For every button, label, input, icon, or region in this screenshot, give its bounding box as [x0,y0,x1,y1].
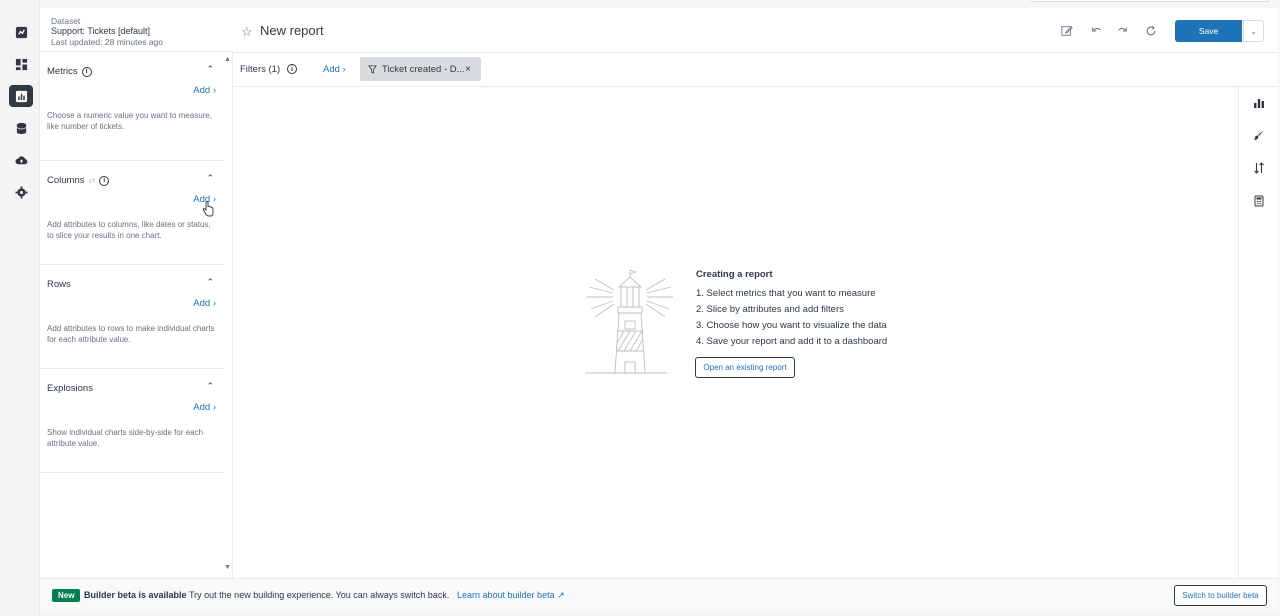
explosions-description: Show individual charts side-by-side for … [47,428,204,448]
metrics-collapse-chevron-up-icon[interactable]: ⌃ [206,64,214,75]
metrics-description: Choose a numeric value you want to measu… [47,111,212,131]
rail-dashboard-icon[interactable] [9,53,33,75]
dataset-label: Dataset [51,16,81,26]
rows-collapse-chevron-up-icon[interactable]: ⌃ [206,277,214,288]
report-canvas: Creating a report 1. Select metrics that… [233,87,1238,578]
builder-beta-banner: New Builder beta is available Try out th… [40,578,1278,612]
filter-funnel-icon [368,64,377,74]
filters-bar: Filters (1) i Add › Ticket created - D..… [233,53,1278,87]
metrics-title-text: Metrics [47,66,78,77]
swap-arrows-icon[interactable]: ⇄ [89,176,96,185]
columns-info-icon[interactable]: i [99,175,110,186]
dataset-updated: Last updated: 28 minutes ago [51,37,163,47]
new-badge: New [52,589,81,602]
open-existing-report-button[interactable]: Open an existing report [695,357,795,378]
scroll-down-arrow-icon[interactable]: ▼ [224,564,231,571]
metrics-add-button[interactable]: Add › [193,85,216,96]
lighthouse-illustration-icon [585,269,673,374]
columns-title: Columns ⇄ i [47,175,110,186]
undo-icon[interactable] [1089,23,1105,39]
save-button[interactable]: Save [1175,20,1242,42]
columns-title-text: Columns [47,175,85,186]
rail-cloud-icon[interactable] [9,149,33,171]
favorite-star-icon[interactable]: ☆ [241,24,253,40]
columns-description: Add attributes to columns, like dates or… [47,220,211,240]
calculator-icon[interactable] [1252,194,1266,208]
empty-state-instructions: Creating a report 1. Select metrics that… [696,269,887,350]
explosions-title: Explosions [47,383,93,394]
scroll-up-arrow-icon[interactable]: ▲ [224,56,231,63]
empty-state-step: 1. Select metrics that you want to measu… [696,288,876,299]
explosions-title-text: Explosions [47,383,93,394]
rows-add-button[interactable]: Add › [193,298,216,309]
rows-description: Add attributes to rows to make individua… [47,324,215,344]
switch-to-builder-beta-button[interactable]: Switch to builder beta [1174,585,1267,606]
explosions-collapse-chevron-up-icon[interactable]: ⌃ [206,381,214,392]
sort-arrows-icon[interactable] [1252,161,1266,175]
rail-reports-icon[interactable] [9,21,33,43]
banner-text: Try out the new building experience. You… [189,590,450,600]
learn-about-builder-beta-link[interactable]: Learn about builder beta ↗ [457,590,565,601]
filters-label: Filters (1) [240,64,281,75]
report-header: ☆ New report Save ⌄ [233,8,1278,53]
hand-cursor-icon [202,201,214,217]
report-title[interactable]: New report [260,23,324,38]
rows-title: Rows [47,279,71,290]
rows-title-text: Rows [47,279,71,290]
right-toolbar [1238,87,1278,578]
filter-chip-close-icon[interactable]: × [465,64,471,75]
nav-rail [0,0,40,616]
rows-section: Rows ⌃ Add › Add attributes to rows to m… [40,265,224,369]
config-panel: ▲ Metrics i ⌃ Add › Choose a numeric val… [40,52,233,578]
refresh-icon[interactable] [1143,23,1159,39]
filter-chip-ticket-created[interactable]: Ticket created - D... × [360,57,481,81]
chart-type-bar-icon[interactable] [1252,96,1266,110]
banner-link-text: Learn about builder beta [457,590,555,600]
external-link-icon: ↗ [557,590,565,600]
empty-state-step: 4. Save your report and add it to a dash… [696,336,888,347]
edit-pencil-icon[interactable] [1059,23,1075,39]
explosions-add-button[interactable]: Add › [193,402,216,413]
app-root: Dataset Support: Tickets [default] Last … [0,0,1280,616]
rail-builder-icon[interactable] [9,85,33,107]
top-search-remnant [1030,0,1270,2]
metrics-section: Metrics i ⌃ Add › Choose a numeric value… [40,52,224,161]
filters-info-icon[interactable]: i [287,64,297,74]
empty-state-step: 3. Choose how you want to visualize the … [696,320,887,331]
filter-chip-label: Ticket created - D... [382,63,465,75]
metrics-title: Metrics i [47,66,92,77]
empty-state-step: 2. Slice by attributes and add filters [696,304,844,315]
explosions-section: Explosions ⌃ Add › Show individual chart… [40,369,224,473]
save-dropdown-chevron-down-icon[interactable]: ⌄ [1243,20,1264,42]
filters-add-button[interactable]: Add › [323,64,346,75]
columns-section: Columns ⇄ i ⌃ Add › Add attributes to co… [40,161,224,265]
rail-datasets-icon[interactable] [9,117,33,139]
redo-icon[interactable] [1114,23,1130,39]
columns-collapse-chevron-up-icon[interactable]: ⌃ [206,173,214,184]
dataset-name: Support: Tickets [default] [51,26,151,36]
rail-settings-gear-icon[interactable] [9,181,33,203]
banner-title: Builder beta is available [84,590,187,600]
format-brush-icon[interactable] [1252,128,1266,142]
metrics-info-icon[interactable]: i [81,66,92,77]
dataset-panel[interactable]: Dataset Support: Tickets [default] Last … [40,8,233,52]
empty-state-heading: Creating a report [696,269,773,280]
